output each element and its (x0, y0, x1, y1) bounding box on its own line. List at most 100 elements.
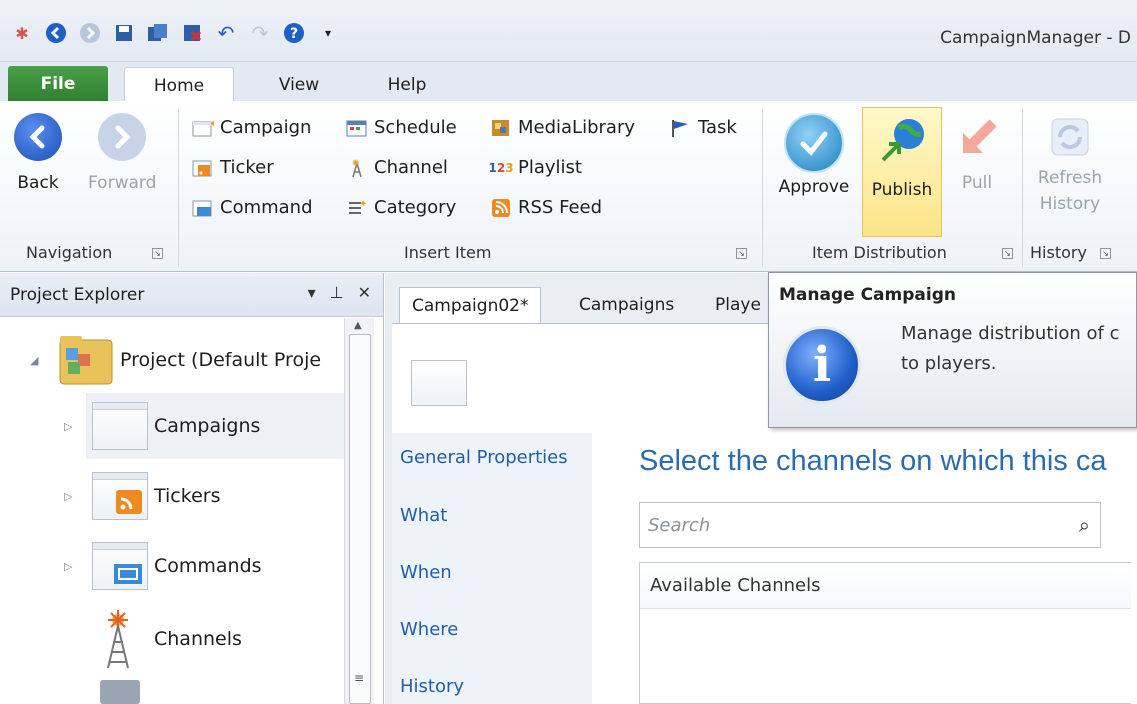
tree-label-commands: Commands (154, 555, 262, 577)
category-label: Category (374, 197, 457, 218)
group-label-item-distribution: Item Distribution (812, 243, 947, 262)
tree-item-commands[interactable]: ▷ Commands (64, 542, 262, 590)
nav-history[interactable]: History (400, 676, 464, 697)
group-separator (1022, 109, 1023, 267)
expand-icon[interactable]: ▷ (64, 420, 78, 433)
tree-label-channels: Channels (154, 628, 242, 650)
back-arrow-icon (14, 113, 62, 161)
group-label-insert-item: Insert Item (404, 243, 492, 262)
group-separator (178, 109, 179, 267)
pull-button[interactable]: Pull (952, 113, 1002, 193)
customize-icon[interactable]: ▾ (316, 22, 340, 44)
tooltip-text: Manage distribution of c to players. (901, 323, 1120, 374)
ribbon-tabs: File Home View Help (0, 62, 1137, 103)
nav-general-properties[interactable]: General Properties (400, 447, 568, 468)
project-folder-icon (58, 332, 116, 388)
insert-rss-feed-button[interactable]: RSS Feed (490, 197, 602, 218)
publish-button[interactable]: Publish (862, 107, 942, 237)
publish-globe-icon (875, 114, 929, 168)
insert-ticker-button[interactable]: Ticker (192, 157, 274, 178)
players-icon (100, 680, 140, 704)
media-library-icon (490, 118, 512, 138)
search-input[interactable] (648, 514, 1048, 536)
info-icon: i (783, 326, 861, 404)
tree-label-tickers: Tickers (154, 485, 221, 507)
insert-item-launcher-icon[interactable]: ↘ (736, 248, 747, 259)
navigation-launcher-icon[interactable]: ↘ (152, 248, 163, 259)
save-all-icon[interactable] (146, 22, 170, 44)
explorer-scrollbar[interactable]: ▲ ≡ (344, 318, 374, 704)
undo-icon[interactable]: ↶ (214, 21, 238, 45)
tab-file[interactable]: File (8, 66, 108, 102)
scroll-up-icon[interactable]: ▲ (354, 320, 362, 331)
back-button[interactable]: Back (14, 113, 62, 193)
group-label-navigation: Navigation (26, 243, 113, 262)
nav-when[interactable]: When (400, 562, 452, 583)
publish-label: Publish (871, 180, 933, 200)
pin-icon[interactable]: ⊥ (330, 283, 344, 302)
back-icon[interactable] (44, 22, 68, 44)
insert-channel-button[interactable]: ✺ Channel (346, 157, 448, 178)
insert-campaign-button[interactable]: ✦ Campaign (192, 117, 311, 138)
dropdown-icon[interactable]: ▾ (308, 283, 316, 302)
search-icon[interactable]: ⌕ (1079, 513, 1090, 537)
pull-label: Pull (961, 173, 993, 193)
command-icon (192, 198, 214, 218)
app-title: CampaignManager - D (940, 28, 1131, 48)
insert-category-button[interactable]: ✦ Category (346, 197, 456, 218)
approve-check-icon (784, 113, 844, 173)
rss-feed-label: RSS Feed (518, 197, 603, 218)
svg-text:✦: ✦ (359, 199, 367, 210)
ticker-label: Ticker (220, 157, 274, 178)
doc-tab-campaigns[interactable]: Campaigns (567, 287, 686, 323)
approve-button[interactable]: Approve (772, 113, 856, 197)
scroll-thumb[interactable]: ≡ (349, 334, 371, 704)
nav-where[interactable]: Where (400, 619, 458, 640)
history-launcher-icon[interactable]: ↘ (1100, 248, 1111, 259)
tree-item-players[interactable] (100, 680, 140, 704)
campaign-thumbnail (411, 360, 467, 406)
ribbon: Back Forward Navigation ↘ ✦ Campaign Sch… (0, 101, 1137, 272)
doc-tab-players[interactable]: Playe (703, 287, 773, 323)
insert-schedule-button[interactable]: Schedule (346, 117, 457, 138)
insert-playlist-button[interactable]: 123 Playlist (488, 157, 582, 178)
task-flag-icon (670, 118, 692, 138)
close-icon[interactable]: ✕ (358, 283, 371, 302)
tab-home[interactable]: Home (124, 67, 234, 103)
forward-button[interactable]: Forward (88, 113, 156, 193)
tab-help[interactable]: Help (372, 68, 442, 102)
refresh-history-button[interactable]: Refresh History (1030, 113, 1110, 217)
insert-media-library-button[interactable]: MediaLibrary (490, 117, 635, 138)
save-icon[interactable] (112, 22, 136, 44)
svg-text:✺: ✺ (352, 159, 360, 169)
quick-access-toolbar: ✱ ↶ ↷ ? ▾ (10, 21, 340, 45)
refresh-icon (1046, 113, 1094, 161)
tree-item-project[interactable]: ◢ Project (Default Proje (30, 332, 321, 388)
redo-icon[interactable]: ↷ (248, 21, 272, 45)
channels-tower-icon (94, 606, 150, 672)
forward-arrow-icon (98, 113, 147, 161)
commands-icon (92, 542, 148, 590)
expand-icon[interactable]: ▷ (64, 490, 78, 503)
expand-icon[interactable]: ▷ (64, 560, 78, 573)
tab-view[interactable]: View (254, 68, 344, 102)
close-save-icon[interactable] (180, 22, 204, 44)
collapse-icon[interactable]: ◢ (30, 354, 44, 367)
search-box[interactable]: ⌕ (639, 502, 1101, 548)
forward-icon[interactable] (78, 22, 102, 44)
nav-what[interactable]: What (400, 505, 447, 526)
campaign-label: Campaign (220, 117, 312, 138)
pull-arrow-icon (953, 113, 1001, 161)
insert-task-button[interactable]: Task (670, 117, 737, 138)
task-label: Task (698, 117, 737, 138)
doc-tab-campaign02[interactable]: Campaign02* (399, 287, 542, 323)
tree-item-campaigns[interactable]: ▷ Campaigns (64, 402, 260, 450)
tree-item-channels[interactable]: Channels (94, 606, 242, 672)
schedule-label: Schedule (374, 117, 457, 138)
tree-item-tickers[interactable]: ▷ Tickers (64, 472, 220, 520)
media-library-label: MediaLibrary (518, 117, 635, 138)
item-distribution-launcher-icon[interactable]: ↘ (1002, 248, 1013, 259)
group-separator (762, 109, 763, 267)
insert-command-button[interactable]: Command (192, 197, 313, 218)
help-icon[interactable]: ? (282, 22, 306, 44)
